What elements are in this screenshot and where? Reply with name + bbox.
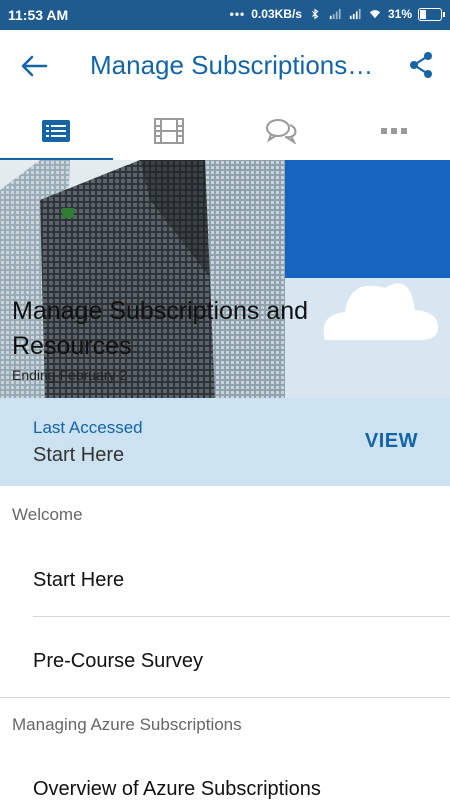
battery-percent: 31% [388,7,412,21]
last-accessed-value: Start Here [33,444,124,467]
course-title: Manage Subscriptions and Resources [12,294,432,364]
status-bar: 11:53 AM ••• 0.03KB/s 31% [0,0,450,30]
back-arrow-icon[interactable] [18,52,50,80]
list-item-overview-azure-subscriptions[interactable]: Overview of Azure Subscriptions [33,778,321,801]
tab-more[interactable] [338,102,450,160]
chat-bubbles-icon [265,117,297,145]
more-dots-icon [381,127,407,135]
section-heading-welcome: Welcome [12,505,83,525]
wifi-icon [368,8,382,20]
tab-outline[interactable] [0,102,113,160]
last-accessed-panel[interactable]: Last Accessed Start Here VIEW [0,398,450,486]
lte-signal-icon [348,8,362,20]
battery-icon [418,8,442,21]
status-indicators: ••• 0.03KB/s 31% [230,7,442,21]
tab-bar [0,102,450,161]
tab-discussion[interactable] [225,102,338,160]
list-icon [41,119,71,143]
battery-fill [420,10,426,19]
last-accessed-label: Last Accessed [33,418,143,438]
bluetooth-icon [308,8,322,20]
share-icon[interactable] [406,50,436,80]
film-icon [153,117,185,145]
divider [33,616,450,617]
signal-icon [328,8,342,20]
app-bar: Manage Subscriptions… [0,30,450,102]
notification-dots-icon: ••• [230,7,246,21]
status-time: 11:53 AM [8,7,68,23]
page-title: Manage Subscriptions… [90,50,390,81]
section-divider [0,697,450,698]
tab-media[interactable] [113,102,226,160]
network-speed: 0.03KB/s [251,7,302,21]
view-button[interactable]: VIEW [365,430,418,453]
list-item-pre-course-survey[interactable]: Pre-Course Survey [33,650,203,673]
course-end-date: Ending February 2 [12,367,127,383]
list-item-start-here[interactable]: Start Here [33,569,124,592]
section-heading-managing-azure: Managing Azure Subscriptions [12,715,242,735]
